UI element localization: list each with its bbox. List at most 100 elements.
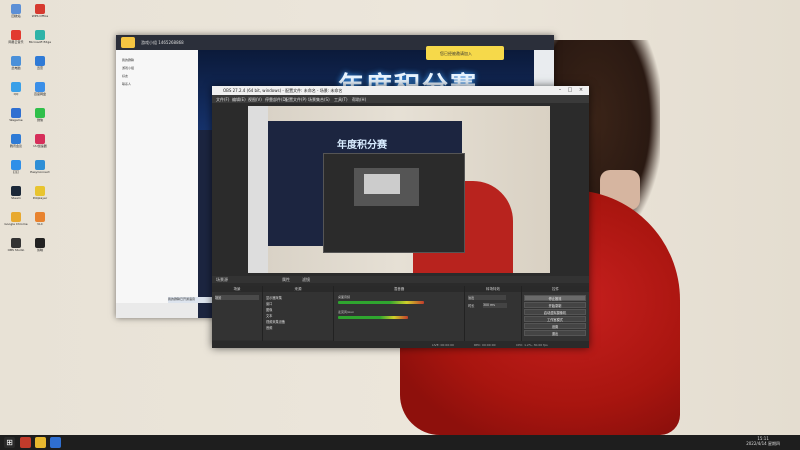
status-live: LIVE: 00:00:00	[432, 343, 454, 347]
stop-streaming-button[interactable]: 停止推流	[524, 295, 586, 301]
source-item[interactable]: 窗口	[266, 301, 326, 306]
desktop-icon[interactable]: 此电脑	[4, 56, 28, 76]
app-icon	[35, 56, 45, 66]
desktop-icon[interactable]: Steam	[4, 186, 28, 206]
toolbar-filters[interactable]: 滤镜	[302, 277, 310, 283]
desktop-icon-label: WPS Office	[31, 14, 49, 18]
qq-title: 游戏小组 1465268868	[141, 40, 184, 45]
desktop-icon-label: 微信	[36, 118, 43, 122]
source-item[interactable]: 显示器采集	[266, 295, 326, 300]
taskbar: ⊞ 15:11 2022/4/14 星期四	[0, 435, 800, 450]
desktop-icon[interactable]: UU加速器	[28, 134, 52, 154]
preview-banner-text: 年度积分赛	[337, 140, 387, 151]
desktop-icon[interactable]: VLC	[28, 212, 52, 232]
mixer-dock: 混音器 桌面音频 麦克风/Aux	[334, 286, 465, 348]
qq-sidebar-item[interactable]: 联系人	[122, 82, 131, 86]
desktop-icon-label: 剪映	[36, 248, 43, 252]
desktop-icon[interactable]: OBS Studio	[4, 238, 28, 258]
app-icon	[11, 160, 21, 170]
app-icon	[35, 186, 45, 196]
app-icon	[11, 134, 21, 144]
obs-window[interactable]: OBS 27.2.4 (64 bit, windows) - 配置文件: 未命名…	[212, 86, 589, 348]
desktop-icon[interactable]: 钉钉	[4, 160, 28, 180]
qq-bottom-bar	[116, 303, 198, 318]
source-item[interactable]: 音频	[266, 325, 326, 330]
qq-sidebar-item[interactable]: 好友	[122, 74, 128, 78]
menu-profile[interactable]: 配置文件(P)	[285, 97, 307, 103]
desktop-icon-label: 钉钉	[12, 170, 19, 174]
minimize-icon[interactable]: –	[556, 87, 564, 94]
status-rec: REC: 00:00:00	[474, 343, 496, 347]
mixer-label: 桌面音频	[338, 295, 351, 299]
menu-help[interactable]: 帮助(H)	[352, 97, 366, 103]
obs-preview[interactable]: 年度积分赛	[248, 106, 550, 273]
desktop-icon[interactable]: 百度网盘	[28, 82, 52, 102]
taskbar-app-icon[interactable]	[50, 437, 61, 448]
controls-dock-title: 控件	[522, 286, 589, 292]
maximize-icon[interactable]: □	[566, 87, 574, 94]
desktop-icon[interactable]: Google Chrome	[4, 212, 28, 232]
app-icon	[35, 108, 45, 118]
sources-dock: 来源 显示器采集 窗口 图像 文本 视频采集设备 音频 + − ⚙	[263, 286, 334, 348]
obs-titlebar[interactable]: OBS 27.2.4 (64 bit, windows) - 配置文件: 未命名…	[212, 86, 589, 95]
taskbar-clock[interactable]: 15:11 2022/4/14 星期四	[746, 436, 780, 446]
menu-scene-collection[interactable]: 场景集合(S)	[308, 97, 330, 103]
desktop-icon[interactable]: 网易云音乐	[4, 30, 28, 50]
exit-button[interactable]: 退出	[524, 330, 586, 336]
notification-text: 您已经被邀请加入	[440, 51, 472, 56]
source-item[interactable]: 文本	[266, 313, 326, 318]
desktop-icon[interactable]: QQ	[4, 82, 28, 102]
menu-tools[interactable]: 工具(T)	[334, 97, 348, 103]
obs-source-toolbar: 场景源 属性 滤镜	[212, 276, 589, 283]
menu-view[interactable]: 视图(V)	[248, 97, 262, 103]
desktop-icon[interactable]: Potplayer	[28, 186, 52, 206]
preview-nested-obs-3	[364, 174, 400, 194]
app-icon	[35, 4, 45, 14]
duration-label: 时长	[468, 304, 475, 308]
status-cpu: CPU: 1.2%, 30.00 fps	[516, 343, 548, 347]
sources-dock-title: 来源	[263, 286, 333, 292]
qq-sidebar-item[interactable]: 游戏小组	[122, 66, 134, 70]
settings-button[interactable]: 设置	[524, 323, 586, 329]
app-icon	[11, 238, 21, 248]
preview-nested-obs	[323, 153, 465, 253]
app-icon	[35, 212, 45, 222]
start-icon[interactable]: ⊞	[4, 437, 15, 448]
source-item[interactable]: 图像	[266, 307, 326, 312]
toolbar-properties[interactable]: 属性	[282, 277, 290, 283]
app-icon	[35, 238, 45, 248]
desktop-icon[interactable]: 微信	[28, 108, 52, 128]
mixer-meter	[338, 301, 425, 304]
app-icon	[11, 108, 21, 118]
mixer-meter	[338, 316, 408, 319]
desktop-icon-label: Potplayer	[32, 196, 48, 200]
qq-sidebar-item[interactable]: 我的群聊	[122, 58, 134, 62]
source-item[interactable]: 视频采集设备	[266, 319, 326, 324]
studio-mode-button[interactable]: 工作室模式	[524, 316, 586, 322]
duration-input[interactable]: 300 ms	[483, 303, 507, 308]
desktop-icon[interactable]: 腾讯会议	[4, 134, 28, 154]
qq-notification[interactable]: 您已经被邀请加入	[426, 46, 504, 60]
desktop-icon-label: OBS Studio	[7, 248, 25, 252]
desktop-icon[interactable]: WPS Office	[28, 4, 52, 24]
desktop-icon[interactable]: Microsoft Edge	[28, 30, 52, 50]
taskbar-obs-icon[interactable]	[20, 437, 31, 448]
desktop-icon[interactable]: 剪映	[28, 238, 52, 258]
app-icon	[35, 134, 45, 144]
scene-item[interactable]: 场景	[215, 295, 259, 300]
desktop-icon[interactable]: EasyConnect	[28, 160, 52, 180]
taskbar-qq-icon[interactable]	[35, 437, 46, 448]
virtual-camera-button[interactable]: 启动虚拟摄像机	[524, 309, 586, 315]
menu-docks[interactable]: 停靠部件(D)	[265, 97, 287, 103]
close-icon[interactable]: ×	[577, 87, 585, 94]
desktop-icon[interactable]: Wegame	[4, 108, 28, 128]
desktop-icon-label: Steam	[11, 196, 21, 200]
start-recording-button[interactable]: 开始录制	[524, 302, 586, 308]
menu-edit[interactable]: 编辑(E)	[232, 97, 246, 103]
transition-select[interactable]: 淡出	[468, 295, 506, 300]
desktop-icon-label: UU加速器	[33, 144, 47, 148]
obs-title: OBS 27.2.4 (64 bit, windows) - 配置文件: 未命名…	[223, 88, 343, 93]
desktop-icon[interactable]: 回收站	[4, 4, 28, 24]
menu-file[interactable]: 文件(F)	[216, 97, 229, 103]
desktop-icon[interactable]: 迅雷	[28, 56, 52, 76]
